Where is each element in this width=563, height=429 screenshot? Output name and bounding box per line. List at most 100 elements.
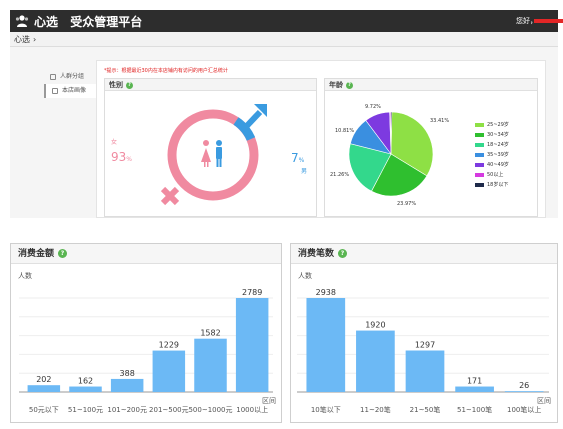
- gender-card-title: 性别?: [105, 79, 316, 91]
- female-unit: %: [126, 156, 132, 163]
- breadcrumb-root[interactable]: 心选: [14, 35, 30, 44]
- bar[interactable]: [27, 385, 61, 392]
- x-tick-label: 51~100笔: [457, 405, 492, 414]
- help-icon[interactable]: ?: [346, 81, 353, 89]
- legend-label: 25~29岁: [487, 122, 509, 128]
- bar-value-label: 1920: [365, 321, 385, 330]
- gender-graphic: [160, 104, 267, 206]
- bar[interactable]: [405, 350, 445, 392]
- bar[interactable]: [110, 378, 144, 392]
- legend-swatch: [475, 142, 484, 147]
- page-root: 心选 受众管理平台 您好， 心选 › 人群分组 本店画像 *提示：根据最近30内在…: [0, 0, 563, 429]
- pie-data-label: 33.41%: [430, 118, 450, 124]
- male-arrow-icon: [240, 104, 267, 133]
- x-tick-label: 10笔以下: [311, 405, 341, 414]
- legend-swatch: [475, 152, 484, 157]
- bar-value-label: 171: [467, 377, 482, 386]
- male-value: 7: [291, 151, 299, 165]
- help-icon[interactable]: ?: [338, 249, 348, 258]
- x-tick-label: 1000以上: [236, 405, 268, 414]
- age-card: 年龄? 33.41% 23.97% 21.26% 10.81% 9.72% 25…: [324, 78, 538, 217]
- pie-data-label: 23.97%: [397, 201, 417, 207]
- legend-item[interactable]: 40~49岁: [475, 161, 509, 168]
- legend-item[interactable]: 25~29岁: [475, 121, 509, 128]
- male-stat: 7% 男: [291, 147, 307, 175]
- female-value: 93: [111, 150, 127, 164]
- x-tick-label: 500~1000元: [188, 406, 232, 414]
- sidebar-item-label: 本店画像: [62, 87, 87, 94]
- female-label: 女: [111, 139, 118, 146]
- legend-swatch: [475, 182, 484, 187]
- legend-swatch: [475, 162, 484, 167]
- amount-card-title: 消费金额?: [11, 244, 281, 264]
- female-cross-icon: [160, 186, 180, 206]
- bar-value-label: 26: [519, 381, 529, 390]
- chevron-right-icon: ›: [33, 35, 37, 44]
- bar-value-label: 2789: [242, 288, 262, 297]
- legend-item[interactable]: 18岁以下: [475, 181, 508, 188]
- bar[interactable]: [306, 298, 346, 392]
- age-title: 年龄: [329, 81, 343, 89]
- x-tick-label: 51~100元: [68, 406, 103, 414]
- x-tick-label: 100笔以上: [507, 405, 541, 414]
- bar[interactable]: [235, 298, 269, 392]
- bar[interactable]: [152, 350, 186, 392]
- male-label: 男: [301, 168, 308, 175]
- legend-label: 18岁以下: [487, 182, 509, 188]
- bar[interactable]: [504, 391, 544, 392]
- bar-value-label: 202: [36, 375, 51, 384]
- legend-item[interactable]: 18~24岁: [475, 141, 509, 148]
- pie-data-label: 10.81%: [335, 128, 355, 134]
- bar[interactable]: [455, 386, 494, 392]
- bar-value-label: 1582: [200, 329, 220, 338]
- sidebar-item-portrait[interactable]: 本店画像: [44, 84, 96, 98]
- pie-data-label: 21.26%: [330, 172, 350, 178]
- bar-value-label: 388: [120, 369, 135, 378]
- legend-item[interactable]: 35~39岁: [475, 151, 509, 158]
- age-card-title: 年龄?: [325, 79, 537, 91]
- bar-value-label: 2938: [316, 288, 336, 297]
- help-icon[interactable]: ?: [126, 81, 133, 89]
- legend-label: 35~39岁: [487, 152, 509, 158]
- bar-value-label: 162: [78, 377, 93, 386]
- sidebar: 人群分组 本店画像: [44, 70, 96, 98]
- users-icon[interactable]: [15, 14, 29, 28]
- legend-label: 18~24岁: [487, 142, 509, 148]
- bar[interactable]: [194, 338, 227, 392]
- tip-text: *提示：根据最近30内在本店铺内有访问的用户汇总统计: [104, 68, 228, 74]
- platform-title: 受众管理平台: [70, 15, 143, 29]
- sidebar-item-groups[interactable]: 人群分组: [44, 70, 96, 84]
- gender-card: 性别? 女 93% 7% 男: [104, 78, 317, 217]
- female-stat: 女 93%: [111, 137, 132, 165]
- x-tick-label: 50元以下: [29, 406, 59, 414]
- x-tick-label: 11~20笔: [360, 405, 391, 414]
- brand: 心选 受众管理平台: [34, 13, 142, 30]
- bar-value-label: 1229: [159, 341, 179, 350]
- username-redaction: [534, 19, 563, 23]
- count-bar-chart: 2938 10笔以下 1920 11~20笔 1297 21~50笔 171 51~100笔 2…: [297, 288, 549, 414]
- people-icon: [201, 140, 222, 167]
- x-tick-label: 101~200元: [107, 406, 147, 414]
- legend-swatch: [475, 132, 484, 137]
- count-card: 消费笔数? 人数 区间 2938 10笔以下 1920 11~20笔 1297 21~50…: [290, 243, 558, 423]
- legend-swatch: [475, 122, 484, 127]
- bar[interactable]: [69, 386, 102, 392]
- amount-bar-chart: 202 50元以下 162 51~100元 388 101~200元 1229 201~500…: [19, 288, 273, 414]
- group-icon: [50, 74, 56, 80]
- count-title: 消费笔数: [298, 249, 335, 259]
- portrait-icon: [52, 88, 58, 94]
- brand-name: 心选: [34, 15, 59, 29]
- legend-item[interactable]: 30~34岁: [475, 131, 509, 138]
- legend-item[interactable]: 50以上: [475, 171, 503, 178]
- x-tick-label: 21~50笔: [410, 405, 441, 414]
- amount-title: 消费金额: [18, 249, 55, 259]
- help-icon[interactable]: ?: [58, 249, 68, 258]
- amount-card: 消费金额? 人数 区间 202 50元以下 162 51~100元 388 101~200…: [10, 243, 282, 423]
- bar-value-label: 1297: [415, 341, 435, 350]
- pie-data-label: 9.72%: [365, 104, 381, 110]
- bar[interactable]: [356, 330, 395, 392]
- count-card-title: 消费笔数?: [291, 244, 557, 264]
- male-unit: %: [298, 157, 305, 164]
- gender-title: 性别: [109, 81, 123, 89]
- top-bar: 心选 受众管理平台 您好，: [10, 10, 563, 32]
